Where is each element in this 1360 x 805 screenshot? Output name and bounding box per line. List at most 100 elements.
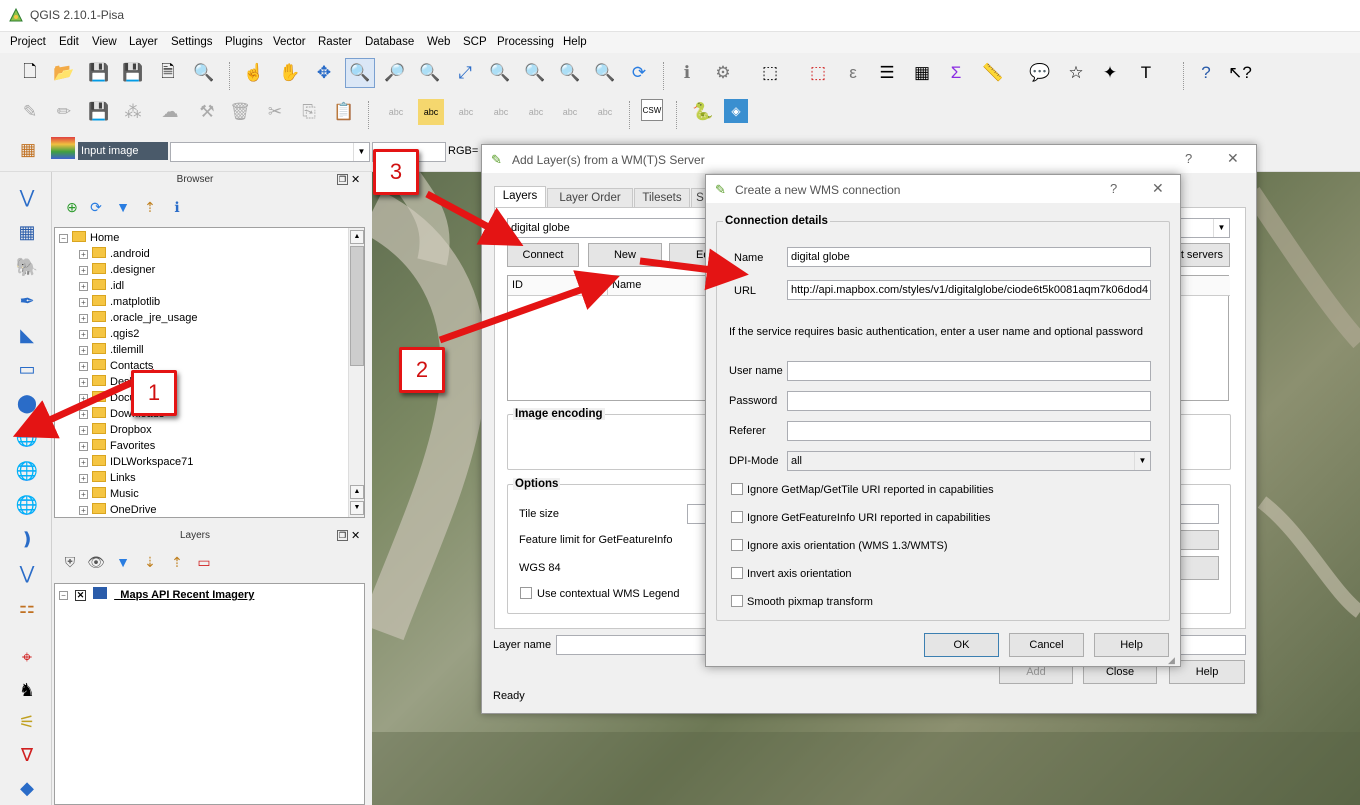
- delete-selected-icon[interactable]: 🗑: [227, 99, 253, 125]
- open-project-icon[interactable]: 📂: [51, 60, 77, 86]
- tab-tilesets[interactable]: Tilesets: [634, 188, 690, 208]
- tree-item[interactable]: + IDLWorkspace71: [79, 455, 193, 471]
- browser-scrollbar[interactable]: ▲ ▲ ▼: [348, 228, 364, 517]
- password-field[interactable]: [787, 391, 1151, 411]
- ignore-axis-checkbox[interactable]: [731, 539, 743, 551]
- new-button[interactable]: New: [588, 243, 662, 267]
- pan-to-selection-icon[interactable]: ✥: [311, 60, 337, 86]
- tab-layers[interactable]: Layers: [494, 186, 546, 208]
- zoom-full-icon[interactable]: ⤢: [452, 60, 478, 86]
- deselect-icon[interactable]: ⬚: [805, 60, 831, 86]
- help-icon[interactable]: ?: [1185, 151, 1192, 166]
- tree-item[interactable]: + .oracle_jre_usage: [79, 311, 197, 327]
- expand-icon[interactable]: +: [79, 490, 88, 499]
- topology-checker-icon[interactable]: ◆: [12, 773, 42, 803]
- scrollbar-thumb[interactable]: [350, 246, 364, 366]
- label-icon[interactable]: abc: [383, 99, 409, 125]
- attribute-table-icon[interactable]: ☰: [874, 60, 900, 86]
- tree-item[interactable]: + .idl: [79, 279, 124, 295]
- show-bookmarks-icon[interactable]: ✦: [1097, 60, 1123, 86]
- current-edits-icon[interactable]: ✎: [17, 99, 43, 125]
- cut-features-icon[interactable]: ✂: [262, 99, 288, 125]
- scroll-up-icon[interactable]: ▲: [350, 485, 364, 499]
- tree-item[interactable]: + Music: [79, 487, 139, 503]
- close-icon[interactable]: ✕: [1152, 180, 1164, 197]
- expand-icon[interactable]: +: [79, 474, 88, 483]
- add-wcs-layer-icon[interactable]: 🌐: [12, 456, 42, 486]
- identify-icon[interactable]: ℹ: [674, 60, 700, 86]
- expand-icon[interactable]: +: [79, 442, 88, 451]
- add-feature-icon[interactable]: ⁂: [120, 99, 146, 125]
- dpi-mode-select[interactable]: all ▼: [787, 451, 1151, 471]
- float-panel-icon[interactable]: ❐: [337, 530, 348, 541]
- expand-icon[interactable]: +: [79, 346, 88, 355]
- layer-row[interactable]: − ✕ _Maps API Recent Imagery: [59, 587, 254, 603]
- expand-icon[interactable]: +: [79, 362, 88, 371]
- menu-raster[interactable]: Raster: [318, 36, 352, 48]
- rgb-band-icon[interactable]: [51, 137, 75, 159]
- smooth-pixmap-checkbox[interactable]: [731, 595, 743, 607]
- collapse-all-icon[interactable]: ⇡: [137, 194, 163, 220]
- add-delimited-text-icon[interactable]: ❫: [12, 524, 42, 554]
- column-header[interactable]: [1178, 276, 1230, 296]
- menu-help[interactable]: Help: [563, 36, 587, 48]
- add-wfs-layer-icon[interactable]: 🌐: [12, 490, 42, 520]
- expand-icon[interactable]: +: [79, 506, 88, 515]
- tree-item-home[interactable]: − Home: [59, 231, 119, 247]
- touch-zoom-icon[interactable]: ☝: [241, 60, 267, 86]
- menu-view[interactable]: View: [92, 36, 117, 48]
- save-edits-icon[interactable]: 💾: [86, 99, 112, 125]
- add-mssql-layer-icon[interactable]: ◣: [12, 320, 42, 350]
- tab-layer-order[interactable]: Layer Order: [547, 188, 633, 208]
- tree-item[interactable]: + .designer: [79, 263, 155, 279]
- refresh-icon[interactable]: ⟳: [626, 60, 652, 86]
- gps-icon[interactable]: ⌖: [12, 642, 42, 672]
- help-button[interactable]: Help: [1094, 633, 1169, 657]
- expand-icon[interactable]: +: [79, 266, 88, 275]
- filter-icon[interactable]: ▼: [110, 194, 136, 220]
- filter-legend-icon[interactable]: ▼: [110, 549, 136, 575]
- close-panel-icon[interactable]: ✕: [351, 529, 360, 542]
- invert-axis-checkbox[interactable]: [731, 567, 743, 579]
- column-header-id[interactable]: ID: [508, 276, 608, 296]
- add-postgis-layer-icon[interactable]: 🐘: [12, 252, 42, 282]
- text-annotation-icon[interactable]: T: [1133, 60, 1159, 86]
- visibility-icon[interactable]: 👁: [83, 549, 109, 575]
- python-console-icon[interactable]: 🐍: [690, 99, 716, 125]
- menu-web[interactable]: Web: [427, 36, 450, 48]
- remove-layer-icon[interactable]: ▭: [191, 549, 217, 575]
- zoom-to-selection-icon[interactable]: 🔍: [487, 60, 513, 86]
- new-shapefile-icon[interactable]: ⋁: [12, 558, 42, 588]
- help-icon[interactable]: ?: [1110, 181, 1117, 196]
- menu-layer[interactable]: Layer: [129, 36, 158, 48]
- expand-icon[interactable]: +: [79, 410, 88, 419]
- connect-button[interactable]: Connect: [507, 243, 579, 267]
- expand-icon[interactable]: +: [79, 282, 88, 291]
- cancel-button[interactable]: Cancel: [1009, 633, 1084, 657]
- tree-item[interactable]: + Dropbox: [79, 423, 152, 439]
- plugin-icon[interactable]: ◈: [724, 99, 748, 123]
- statistical-summary-icon[interactable]: Σ: [943, 60, 969, 86]
- close-icon[interactable]: ✕: [1227, 150, 1239, 167]
- new-project-icon[interactable]: 🗋: [17, 60, 43, 86]
- style-manager-icon[interactable]: ⛨: [57, 549, 83, 575]
- field-calculator-icon[interactable]: ▦: [909, 60, 935, 86]
- menu-edit[interactable]: Edit: [59, 36, 79, 48]
- expand-icon[interactable]: +: [79, 298, 88, 307]
- tile-size-field-right[interactable]: [1177, 504, 1219, 524]
- properties-icon[interactable]: ℹ: [164, 194, 190, 220]
- zoom-last-icon[interactable]: 🔍: [557, 60, 583, 86]
- move-label-icon[interactable]: abc: [523, 99, 549, 125]
- rotate-label-icon[interactable]: abc: [557, 99, 583, 125]
- add-oracle-layer-icon[interactable]: ▭: [12, 354, 42, 384]
- add-vector-layer-icon[interactable]: ⋁: [12, 182, 42, 212]
- map-tips-icon[interactable]: 💬: [1027, 60, 1053, 86]
- ignore-getmap-checkbox[interactable]: [731, 483, 743, 495]
- pin-labels-icon[interactable]: abc: [453, 99, 479, 125]
- referer-field[interactable]: [787, 421, 1151, 441]
- zoom-next-icon[interactable]: 🔍: [592, 60, 618, 86]
- collapse-icon[interactable]: −: [59, 591, 68, 600]
- add-db2-layer-icon[interactable]: ⬤: [12, 388, 42, 418]
- pan-icon[interactable]: ✋: [277, 60, 303, 86]
- add-spatialite-layer-icon[interactable]: ✒: [12, 286, 42, 316]
